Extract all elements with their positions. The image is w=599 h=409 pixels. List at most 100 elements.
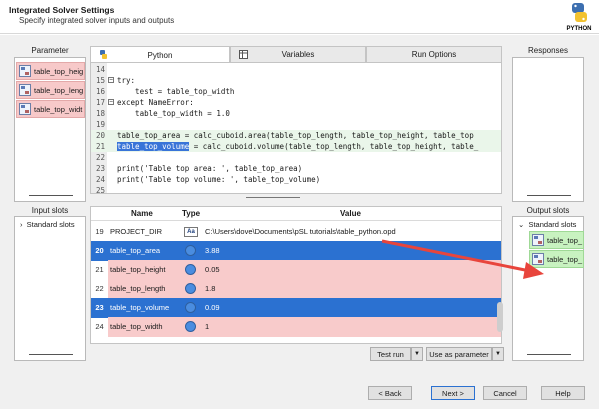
line-number: 17 [95, 98, 105, 107]
code-line[interactable]: 22 [91, 152, 501, 163]
code-text: print('Table top area: ', table_top_area… [117, 164, 303, 173]
code-line[interactable]: 25 [91, 185, 501, 196]
row-number: 21 [95, 265, 104, 274]
table-icon [239, 50, 248, 59]
chevron-down-icon[interactable]: ▼ [411, 347, 423, 361]
variable-icon [19, 84, 31, 96]
table-row[interactable]: 23 table_top_volume 0.09 [91, 298, 501, 318]
vertical-scrollbar[interactable] [497, 302, 503, 332]
line-number: 23 [95, 164, 105, 173]
code-text: except NameError: [117, 98, 194, 107]
variable-name-cell: PROJECT_DIR [110, 227, 163, 236]
logo-label: PYTHON [566, 26, 592, 32]
code-line[interactable]: 16 test = table_top_width [91, 86, 501, 97]
code-line[interactable]: 19 [91, 119, 501, 130]
code-editor[interactable]: 14 15− try: 16 test = table_top_width 17− exc… [90, 62, 502, 196]
code-line[interactable]: 21 table_top_volume = calc_cuboid.volume(… [91, 141, 501, 152]
line-number: 24 [95, 175, 105, 184]
annotation-arrow [381, 239, 544, 279]
line-number: 19 [95, 120, 105, 129]
code-line[interactable]: 14 [91, 64, 501, 75]
code-line[interactable]: 24 print('Table top volume: ', table_top_… [91, 174, 501, 185]
variable-name-cell: table_top_length [108, 279, 181, 299]
chevron-down-icon[interactable]: ⌄ [518, 220, 524, 229]
python-logo: PYTHON [562, 2, 596, 34]
column-header-type[interactable]: Type [182, 209, 200, 218]
row-number: 22 [95, 284, 104, 293]
variable-name-cell: table_top_volume [108, 298, 181, 318]
input-slots-title: Input slots [31, 206, 69, 215]
column-header-value[interactable]: Value [340, 209, 361, 218]
horizontal-scrollbar[interactable] [29, 195, 73, 196]
value-cell: 0.09 [203, 298, 501, 318]
code-text: try: [117, 76, 136, 85]
parameter-item[interactable]: table_top_heig [16, 62, 85, 80]
line-number: 15 [95, 76, 105, 85]
line-number: 18 [95, 109, 105, 118]
code-text: table_top_volume = calc_cuboid.volume(ta… [117, 141, 478, 152]
code-text: table_top_width = 1.0 [117, 109, 230, 118]
chevron-down-icon[interactable]: ▼ [492, 347, 504, 361]
real-type-icon [185, 321, 196, 332]
table-row[interactable]: 24 table_top_width 1 [91, 317, 501, 337]
tree-node-standard-slots[interactable]: ⌄ Standard slots [518, 220, 576, 229]
horizontal-scrollbar[interactable] [29, 354, 73, 355]
type-cell [181, 260, 203, 280]
code-line[interactable]: 17− except NameError: [91, 97, 501, 108]
variable-name-cell: table_top_width [108, 317, 181, 337]
variable-name-cell: table_top_area [108, 241, 181, 261]
fold-toggle-icon[interactable]: − [108, 99, 114, 105]
code-line[interactable]: 15− try: [91, 75, 501, 86]
help-button[interactable]: Help [541, 386, 585, 400]
tab-run-options[interactable]: Run Options [366, 46, 502, 62]
code-text-rest: = calc_cuboid.volume(table_top_length, t… [189, 142, 479, 151]
table-header: Name Type Value [91, 207, 501, 221]
parameter-item[interactable]: table_top_leng [16, 81, 85, 99]
code-line[interactable]: 23 print('Table top area: ', table_top_ar… [91, 163, 501, 174]
tab-python[interactable]: Python [90, 46, 230, 63]
chevron-right-icon[interactable]: › [20, 220, 23, 229]
horizontal-scrollbar[interactable] [246, 197, 300, 198]
line-number: 25 [95, 186, 105, 195]
variable-icon [19, 103, 31, 115]
dialog-title: Integrated Solver Settings [9, 5, 115, 15]
code-line[interactable]: 20 table_top_area = calc_cuboid.area(tabl… [91, 130, 501, 141]
code-line[interactable]: 18 table_top_width = 1.0 [91, 108, 501, 119]
next-button[interactable]: Next > [431, 386, 475, 400]
type-cell [181, 241, 203, 261]
horizontal-scrollbar[interactable] [527, 354, 571, 355]
selected-text: table_top_volume [117, 142, 190, 151]
parameter-item[interactable]: table_top_widt [16, 100, 85, 118]
cancel-button[interactable]: Cancel [483, 386, 527, 400]
horizontal-scrollbar[interactable] [527, 195, 571, 196]
line-number: 20 [95, 131, 105, 140]
real-type-icon [185, 302, 196, 313]
code-text: print('Table top volume: ', table_top_vo… [117, 175, 321, 184]
real-type-icon [185, 283, 196, 294]
parameter-panel: table_top_heig table_top_leng table_top_… [14, 57, 86, 202]
row-number: 20 [91, 241, 108, 261]
variable-icon [19, 65, 31, 77]
variable-name-cell: table_top_height [108, 260, 181, 280]
type-cell [181, 279, 203, 299]
test-run-button[interactable]: Test run [370, 347, 411, 361]
fold-toggle-icon[interactable]: − [108, 77, 114, 83]
row-number: 23 [91, 298, 108, 318]
responses-title: Responses [527, 46, 569, 55]
row-number: 24 [95, 322, 104, 331]
tab-variables[interactable]: Variables [230, 46, 366, 62]
output-slots-title: Output slots [526, 206, 570, 215]
value-cell: 1 [203, 317, 501, 337]
line-number: 21 [95, 142, 105, 151]
back-button[interactable]: < Back [368, 386, 412, 400]
line-number: 14 [95, 65, 105, 74]
line-number: 16 [95, 87, 105, 96]
python-icon [100, 50, 107, 59]
string-type-icon: Aa [184, 227, 198, 237]
tree-node-standard-slots[interactable]: › Standard slots [20, 220, 75, 229]
use-as-parameter-button[interactable]: Use as parameter [426, 347, 492, 361]
row-number: 19 [95, 227, 104, 236]
type-cell [181, 298, 203, 318]
real-type-icon [185, 245, 196, 256]
column-header-name[interactable]: Name [131, 209, 153, 218]
